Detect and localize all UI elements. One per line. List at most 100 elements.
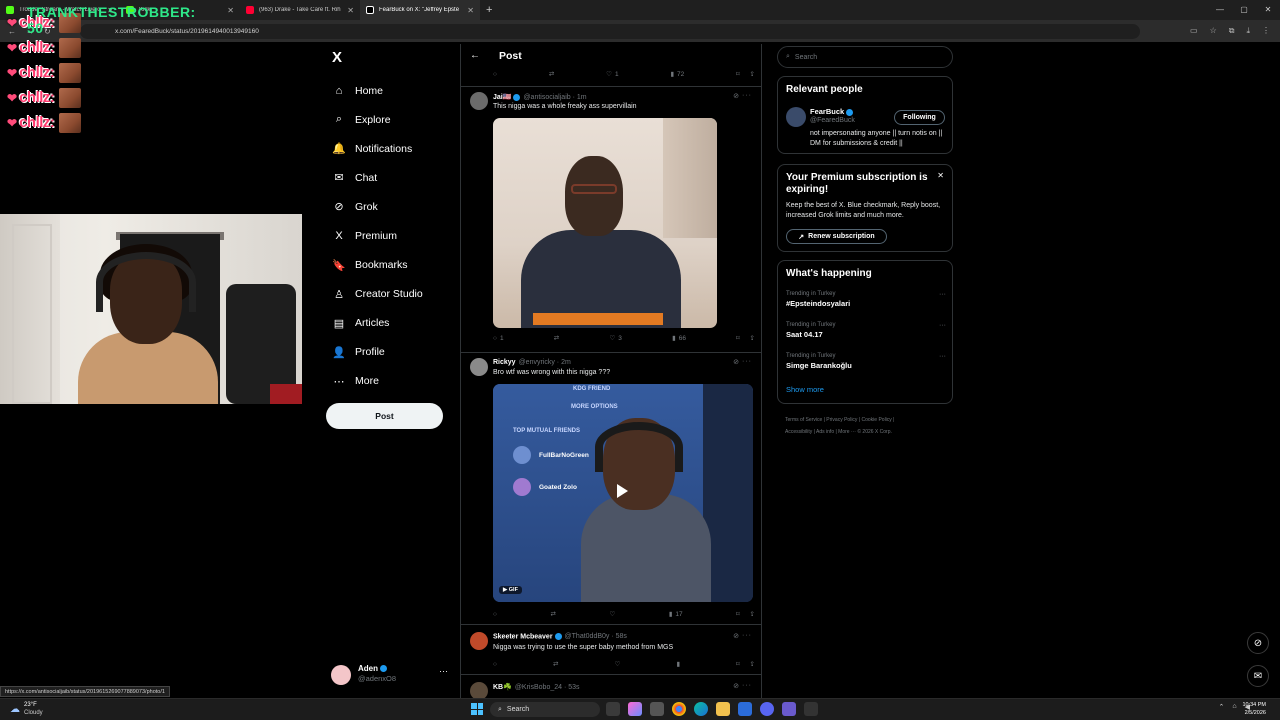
trend-item[interactable]: Trending in Turkey Simge Barankoğlu ··· [786,353,946,370]
chevron-up-icon[interactable]: ⌃ [1219,703,1225,711]
download-icon[interactable]: ⤓ [1246,26,1250,36]
share-icon[interactable]: ⇪ [750,660,755,668]
tweet-author[interactable]: Jai🇺🇸 [493,94,511,101]
trend-item[interactable]: Trending in Turkey #Epsteindosyalari ··· [786,291,946,308]
nav-item-grok[interactable]: ⊘ Grok [332,192,423,221]
nav-item-profile[interactable]: 👤 Profile [332,338,423,367]
nav-item-chat[interactable]: ✉ Chat [332,163,423,192]
copilot-icon[interactable] [628,702,642,716]
reply-icon[interactable]: ○ [493,661,497,668]
grok-icon[interactable]: ⊘ [733,358,739,366]
tab-close-icon[interactable]: ✕ [347,6,354,15]
avatar[interactable] [786,107,806,127]
repost-icon[interactable]: ⇄ [550,610,555,618]
messages-fab-icon[interactable]: ✉ [1247,665,1269,687]
more-icon[interactable]: ··· [742,682,752,689]
like-icon[interactable]: ♡ [609,610,615,618]
reply-icon[interactable]: ○ [493,611,497,618]
nav-item-premium[interactable]: X Premium [332,221,423,250]
more-icon[interactable]: ··· [742,632,752,639]
grok-fab-icon[interactable]: ⊘ [1247,632,1269,654]
x-logo-icon[interactable]: X [332,49,342,66]
bookmark-icon[interactable]: ⌑ [736,70,739,78]
avatar[interactable] [470,92,488,110]
account-switcher[interactable]: Aden @adenxO8 ··· [331,662,453,692]
repost-icon[interactable]: ⇄ [554,334,559,342]
tweet-author[interactable]: Rickyy [493,359,516,366]
browser-tab[interactable]: (963) Drake - Take Care ft. Rih ✕ [240,0,360,20]
windows-start-icon[interactable] [471,703,483,715]
renew-subscription-button[interactable]: ↗ Renew subscription [786,229,887,244]
tweet-gif[interactable]: KDG FRIEND MORE OPTIONS TOP MUTUAL FRIEN… [493,384,753,602]
footer-line[interactable]: Accessibility | Ads info | More ··· © 20… [785,426,955,438]
bookmark-icon[interactable]: ⌑ [736,334,739,342]
more-icon[interactable]: ··· [439,666,448,676]
tweet-photo[interactable] [493,118,717,328]
more-icon[interactable]: ··· [742,92,752,99]
file-explorer-icon[interactable] [716,702,730,716]
bookmark-icon[interactable]: ⌑ [736,660,739,668]
views-icon[interactable]: ▮ [677,660,681,668]
mail-app-icon[interactable] [738,702,752,716]
grok-icon[interactable]: ⊘ [733,632,739,640]
tab-close-icon[interactable]: ✕ [467,6,474,15]
avatar[interactable] [470,358,488,376]
tweet[interactable]: Jai🇺🇸 @antisocialjaib · 1m ⊘ ··· This nig… [461,86,761,354]
app-icon[interactable] [782,702,796,716]
discord-icon[interactable] [760,702,774,716]
menu-icon[interactable]: ⋮ [1262,26,1270,36]
more-icon[interactable]: ··· [742,358,752,365]
taskbar-search[interactable]: ⌕ Search [490,702,600,717]
minimize-icon[interactable]: — [1208,0,1232,20]
new-tab-button[interactable]: + [486,4,492,16]
reply-button[interactable]: ○ 1 [493,335,504,342]
person-name[interactable]: FearBuck [810,107,844,116]
more-icon[interactable]: ··· [939,322,946,329]
task-view-icon[interactable] [606,702,620,716]
share-icon[interactable]: ⇪ [750,334,755,342]
views-button[interactable]: ▮ 72 [670,70,684,79]
app-icon[interactable] [804,702,818,716]
share-icon[interactable]: ⇪ [750,70,755,78]
play-icon[interactable] [617,484,628,498]
views-button[interactable]: ▮ 17 [669,610,683,619]
tweet-author[interactable]: KB☘️ [493,684,512,691]
grok-icon[interactable]: ⊘ [733,682,739,690]
views-button[interactable]: ▮ 66 [672,334,686,343]
extensions-icon[interactable]: ⧉ [1229,26,1235,36]
browser-tab-active[interactable]: FearBuck on X: "Jeffrey Epste ✕ [360,0,480,20]
nav-item-creator-studio[interactable]: ♙ Creator Studio [332,280,423,309]
chrome-icon[interactable] [672,702,686,716]
nav-item-home[interactable]: ⌂ Home [332,76,423,105]
nav-item-notifications[interactable]: 🔔 Notifications [332,134,423,163]
more-icon[interactable]: ··· [939,291,946,298]
reply-icon[interactable]: ○ [493,71,497,78]
network-icon[interactable]: ⌂ [1232,703,1236,711]
like-button[interactable]: ♡ 3 [609,334,621,343]
nav-item-bookmarks[interactable]: 🔖 Bookmarks [332,251,423,280]
close-window-icon[interactable]: ✕ [1256,0,1280,20]
tweet[interactable]: Rickyy @envyricky · 2m ⊘ ··· Bro wtf was … [461,352,761,624]
repost-icon[interactable]: ⇄ [549,70,554,78]
like-button[interactable]: ♡ 1 [606,70,618,79]
tweet-author[interactable]: Skeeter Mcbeaver [493,633,553,640]
footer-line[interactable]: Terms of Service | Privacy Policy | Cook… [785,414,955,426]
settings-icon[interactable] [650,702,664,716]
cast-icon[interactable]: ▭ [1190,26,1198,36]
following-button[interactable]: Following [894,110,945,125]
nav-item-explore[interactable]: ⌕ Explore [332,105,423,134]
search-input[interactable]: ⌕ Search [777,46,953,68]
bookmark-icon[interactable]: ⌑ [736,610,739,618]
nav-item-more[interactable]: ⋯ More [332,367,423,396]
more-icon[interactable]: ··· [939,353,946,360]
share-icon[interactable]: ⇪ [750,610,755,618]
weather-widget[interactable]: ☁ 23°F Cloudy [10,701,43,717]
close-icon[interactable]: ✕ [937,171,944,180]
back-arrow-icon[interactable]: ← [470,50,480,61]
trend-item[interactable]: Trending in Turkey Saat 04.17 ··· [786,322,946,339]
tweet[interactable]: Skeeter Mcbeaver @That0ddB0y · 58s ⊘ ··· … [461,624,761,674]
star-icon[interactable]: ☆ [1210,26,1217,36]
clock[interactable]: 10:34 PM 2/5/2026 [1242,701,1266,717]
grok-icon[interactable]: ⊘ [733,92,739,100]
avatar[interactable] [470,632,488,650]
